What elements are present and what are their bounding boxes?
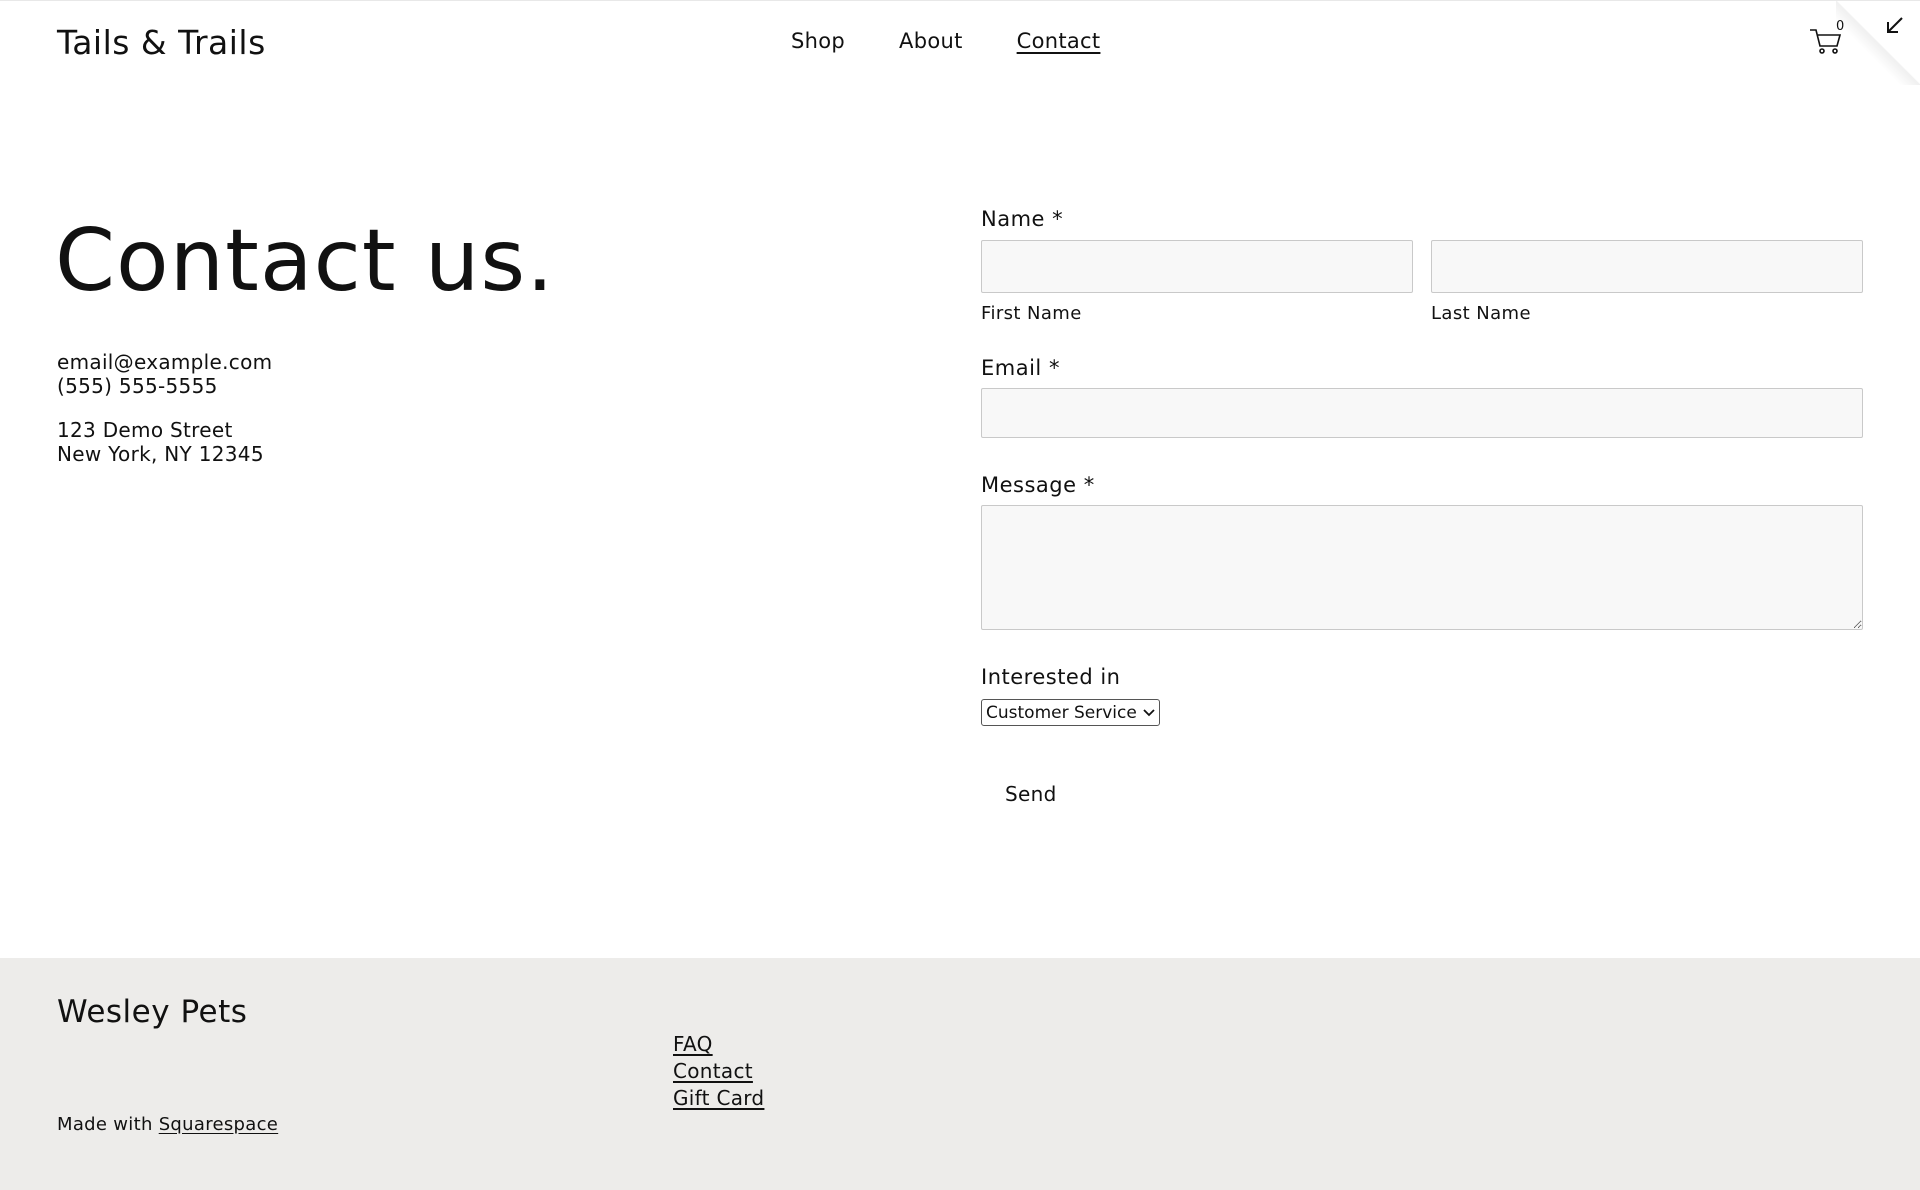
site-header: Tails & Trails Shop About Contact 0 [0,0,1920,85]
contact-email: email@example.com [57,350,273,374]
interested-selected-value: Customer Service [986,702,1137,723]
email-label: Email * [981,356,1060,380]
contact-phone: (555) 555-5555 [57,374,218,398]
message-label: Message * [981,473,1095,497]
main-nav: Shop About Contact [791,29,1100,53]
interested-select[interactable]: Customer Service [981,699,1160,726]
footer-link-faq[interactable]: FAQ [673,1032,764,1056]
page-title: Contact us. [55,211,555,311]
last-name-sublabel: Last Name [1431,303,1531,324]
first-name-sublabel: First Name [981,303,1082,324]
address-line-1: 123 Demo Street [57,418,233,442]
interested-label: Interested in [981,665,1121,689]
nav-contact[interactable]: Contact [1017,29,1101,53]
footer-link-contact[interactable]: Contact [673,1059,764,1083]
footer-link-gift-card[interactable]: Gift Card [673,1086,764,1110]
chevron-down-icon [1143,703,1155,723]
arrow-down-left-icon[interactable] [1884,15,1906,37]
page: Tails & Trails Shop About Contact 0 Cont… [0,0,1920,1190]
last-name-input[interactable] [1431,240,1863,293]
made-with-prefix: Made with [57,1114,153,1135]
nav-about[interactable]: About [899,29,963,53]
footer-links: FAQ Contact Gift Card [673,1032,764,1110]
made-with: Made with Squarespace [57,1114,278,1135]
address-line-2: New York, NY 12345 [57,442,264,466]
corner-fold [1836,1,1920,85]
site-footer: Wesley Pets FAQ Contact Gift Card Made w… [0,958,1920,1190]
contact-info: email@example.com (555) 555-5555 123 Dem… [57,350,272,466]
site-brand[interactable]: Tails & Trails [57,23,266,62]
nav-shop[interactable]: Shop [791,29,845,53]
message-textarea[interactable] [981,505,1863,630]
send-button[interactable]: Send [1005,782,1057,806]
name-label: Name * [981,207,1064,231]
email-input[interactable] [981,388,1863,438]
squarespace-link[interactable]: Squarespace [159,1114,278,1135]
first-name-input[interactable] [981,240,1413,293]
footer-brand[interactable]: Wesley Pets [57,994,247,1030]
